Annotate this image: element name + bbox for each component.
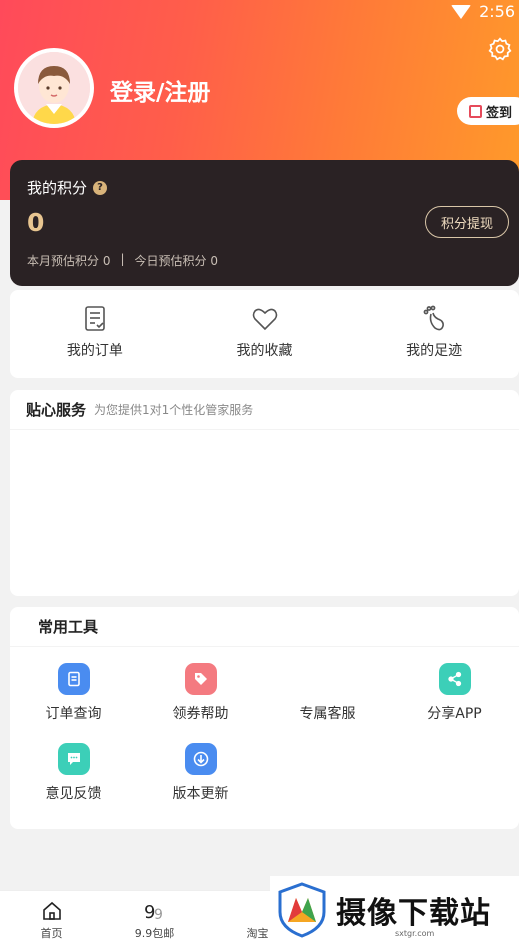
quick-links: 我的订单 我的收藏 我的足迹 bbox=[10, 290, 519, 378]
tag-icon bbox=[184, 663, 217, 695]
tools-section: 常用工具 订单查询 领券帮助 专属客服 分享APP 意见反馈 版本更新 bbox=[10, 607, 519, 829]
status-bar: 2:56 bbox=[451, 2, 515, 21]
tools-title: 常用工具 bbox=[10, 607, 519, 647]
points-separator: | bbox=[120, 252, 125, 266]
customer-service-tool[interactable]: 专属客服 bbox=[264, 663, 391, 743]
tab-taobao-label: 淘宝 bbox=[246, 927, 269, 940]
my-favorites-label: 我的收藏 bbox=[236, 343, 293, 359]
tab-home[interactable]: 首页 bbox=[0, 891, 103, 943]
svg-text:9: 9 bbox=[154, 907, 163, 921]
watermark-logo bbox=[278, 881, 326, 938]
login-register-link[interactable]: 登录/注册 bbox=[110, 73, 210, 107]
withdraw-button[interactable]: 积分提现 bbox=[425, 206, 509, 238]
avatar[interactable] bbox=[14, 48, 94, 128]
nine-nine-icon: 9 9 bbox=[144, 902, 163, 921]
feedback-tool[interactable]: 意见反馈 bbox=[10, 743, 137, 823]
points-value: 0 bbox=[27, 208, 45, 237]
monthly-points: 本月预估积分 0 bbox=[27, 254, 111, 268]
points-card: 我的积分 ? 0 本月预估积分 0 | 今日预估积分 0 积分提现 bbox=[10, 160, 519, 286]
wifi-icon bbox=[451, 4, 472, 19]
watermark-url: sxtgr.com bbox=[395, 929, 435, 938]
feedback-label: 意见反馈 bbox=[45, 786, 102, 802]
home-icon bbox=[42, 901, 61, 920]
status-time: 2:56 bbox=[479, 2, 515, 21]
coupon-help-label: 领券帮助 bbox=[172, 706, 229, 722]
points-title: 我的积分 bbox=[27, 179, 88, 197]
tab-nine-nine[interactable]: 9 9 9.9包邮 bbox=[103, 891, 206, 943]
my-footprints-link[interactable]: 我的足迹 bbox=[349, 290, 519, 378]
order-query-label: 订单查询 bbox=[45, 706, 102, 722]
signin-button[interactable]: 签到 bbox=[457, 97, 519, 125]
service-title: 贴心服务 bbox=[26, 401, 87, 419]
calendar-check-icon bbox=[469, 104, 482, 118]
avatar-illustration bbox=[18, 52, 90, 124]
headset-icon bbox=[311, 663, 344, 695]
share-app-tool[interactable]: 分享APP bbox=[391, 663, 518, 743]
order-list-icon bbox=[85, 306, 105, 331]
watermark: 摄像下载站 sxtgr.com bbox=[270, 876, 519, 943]
version-update-tool[interactable]: 版本更新 bbox=[137, 743, 264, 823]
my-favorites-link[interactable]: 我的收藏 bbox=[180, 290, 350, 378]
my-orders-label: 我的订单 bbox=[66, 343, 123, 359]
today-points: 今日预估积分 0 bbox=[134, 254, 218, 268]
watermark-text: 摄像下载站 bbox=[336, 895, 491, 931]
share-icon bbox=[438, 663, 471, 695]
coupon-help-tool[interactable]: 领券帮助 bbox=[137, 663, 264, 743]
service-section: 贴心服务 为您提供1对1个性化管家服务 bbox=[10, 390, 519, 596]
help-icon[interactable]: ? bbox=[93, 180, 108, 195]
tab-home-label: 首页 bbox=[40, 927, 63, 940]
footprint-icon bbox=[423, 305, 445, 331]
document-icon bbox=[57, 663, 90, 695]
share-app-label: 分享APP bbox=[427, 706, 482, 722]
version-update-label: 版本更新 bbox=[172, 786, 229, 802]
gear-icon[interactable] bbox=[487, 36, 513, 62]
my-orders-link[interactable]: 我的订单 bbox=[10, 290, 180, 378]
download-icon bbox=[184, 743, 217, 775]
signin-label: 签到 bbox=[486, 105, 513, 121]
customer-service-label: 专属客服 bbox=[299, 706, 356, 722]
order-query-tool[interactable]: 订单查询 bbox=[10, 663, 137, 743]
my-footprints-label: 我的足迹 bbox=[406, 343, 463, 359]
tab-nine-nine-label: 9.9包邮 bbox=[134, 927, 175, 940]
chat-icon bbox=[57, 743, 90, 775]
heart-icon bbox=[252, 308, 277, 331]
service-subtitle: 为您提供1对1个性化管家服务 bbox=[94, 403, 254, 417]
